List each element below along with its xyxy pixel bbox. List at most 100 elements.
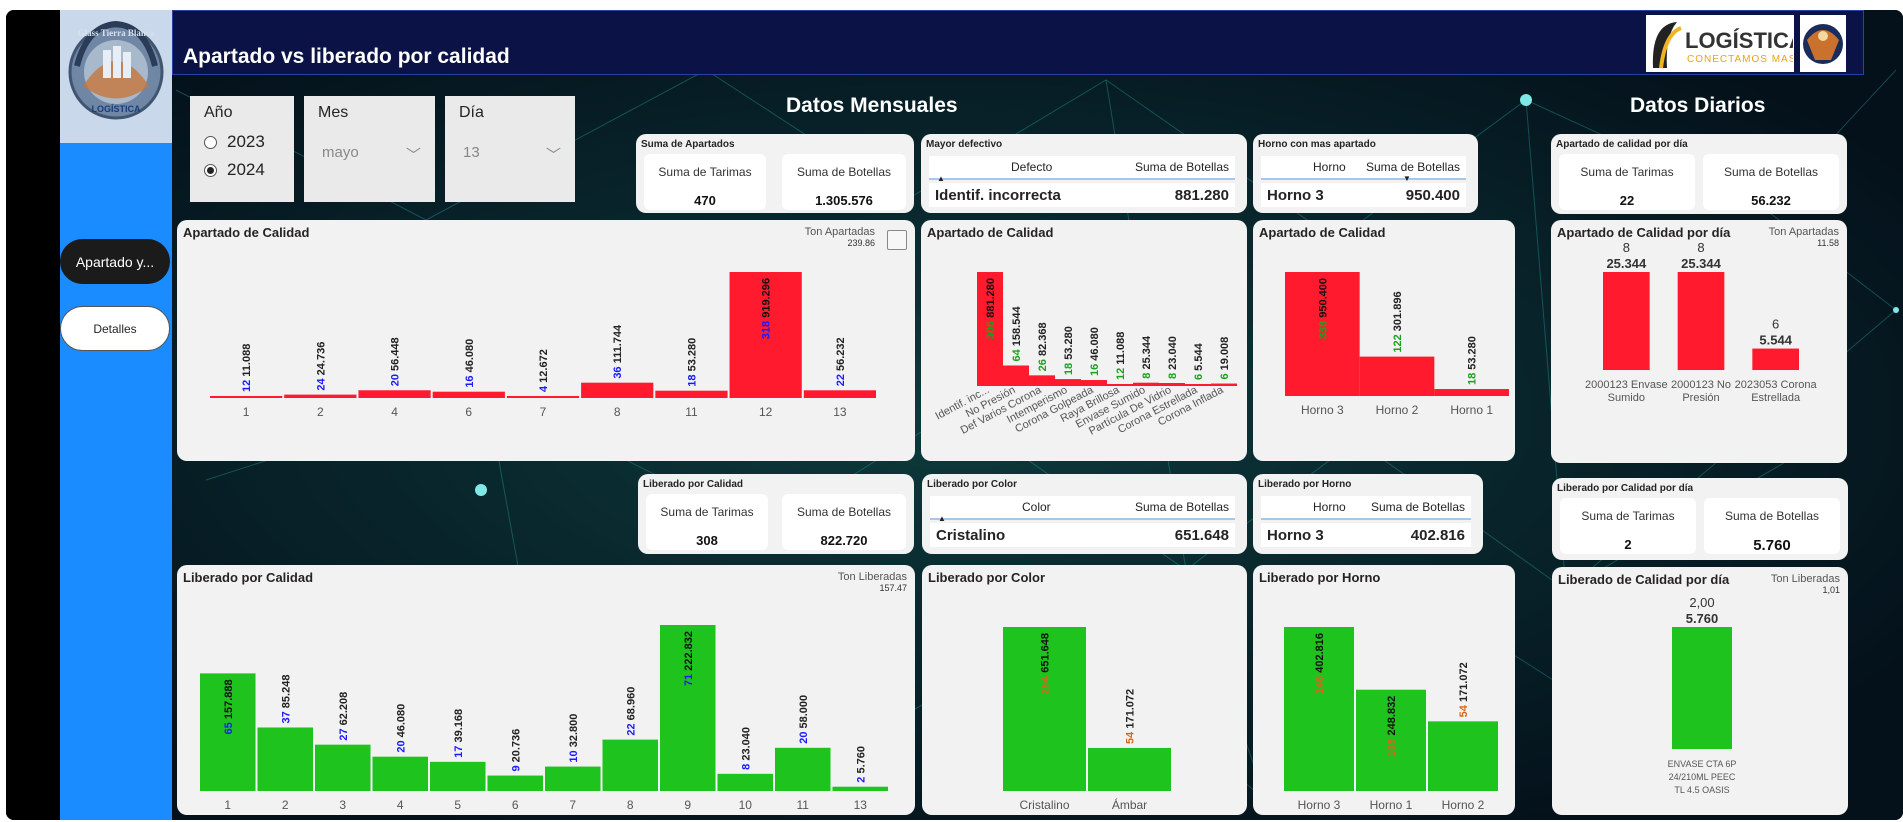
data-label-group: 12 11.088 bbox=[241, 344, 253, 392]
bar-chart-svg: 12 11.088124 24.736220 56.448416 46.0806… bbox=[210, 272, 876, 419]
card-title: Liberado por Calidad bbox=[643, 479, 744, 490]
table-header[interactable]: Color Suma de Botellas bbox=[930, 496, 1235, 520]
year-option-2023[interactable]: 2023 bbox=[204, 132, 280, 152]
chevron-down-icon: ﹀ bbox=[405, 147, 421, 164]
sort-asc-icon[interactable]: ▲ bbox=[937, 174, 945, 183]
card-title: Liberado por Color bbox=[927, 479, 1017, 490]
count-label: 10 bbox=[568, 747, 580, 762]
header-bar: Apartado vs liberado por calidad LOGÍSTI… bbox=[172, 10, 1864, 75]
table-row: Identif. incorrecta 881.280 bbox=[929, 183, 1235, 207]
value-label: 53.280 bbox=[1063, 326, 1075, 360]
data-label: 24 24.736 bbox=[315, 342, 327, 391]
chart-liberado-por-dia: Liberado de Calidad por día Ton Liberada… bbox=[1552, 567, 1848, 815]
count-label: 22 bbox=[835, 371, 847, 386]
count-label: 2 bbox=[855, 774, 867, 783]
data-label-group: 20 58.000 bbox=[798, 695, 810, 744]
value-label: 82.368 bbox=[1037, 322, 1049, 356]
value-label: 19.008 bbox=[1219, 337, 1231, 371]
kpi-tarimas: Suma de Tarimas 470 bbox=[644, 154, 766, 210]
data-label-group: 4 12.672 bbox=[538, 349, 550, 392]
data-label-group: 12 11.088 bbox=[1115, 332, 1127, 380]
data-label-group: 146 402.816 bbox=[1314, 633, 1326, 694]
month-value: mayo bbox=[322, 144, 359, 161]
month-dropdown[interactable]: mayo ﹀ bbox=[318, 144, 421, 165]
category-label: 13 bbox=[833, 405, 847, 419]
year-option-2024[interactable]: 2024 bbox=[204, 160, 280, 180]
column-header[interactable]: Suma de Botellas bbox=[1135, 160, 1229, 174]
sort-desc-icon[interactable]: ▼ bbox=[1403, 174, 1411, 183]
data-label: 12 11.088 bbox=[241, 344, 253, 392]
count-label: 122 bbox=[1392, 331, 1404, 352]
count-label: 17 bbox=[453, 743, 465, 758]
cell: 881.280 bbox=[1174, 186, 1229, 204]
chart-liberado-calidad-dias: Liberado por Calidad Ton Liberadas 157.47… bbox=[177, 565, 915, 815]
column-header[interactable]: Suma de Botellas bbox=[1366, 160, 1460, 174]
day-dropdown[interactable]: 13 ﹀ bbox=[459, 144, 561, 165]
table-header[interactable]: Horno Suma de Botellas bbox=[1261, 156, 1466, 180]
data-label: 16 46.080 bbox=[1089, 327, 1101, 376]
count-label: 8 bbox=[740, 761, 752, 770]
category-label: 13 bbox=[854, 798, 868, 812]
data-label: 18 53.280 bbox=[1063, 326, 1075, 375]
nav-detalles-button[interactable]: Detalles bbox=[60, 306, 170, 351]
table-header[interactable]: Horno Suma de Botellas bbox=[1261, 496, 1471, 520]
count-label: 9 bbox=[510, 762, 522, 771]
card-title: Suma de Apartados bbox=[641, 139, 735, 150]
logistica-logo: LOGÍSTICA CONECTAMOS MAS bbox=[1646, 15, 1794, 72]
count-label: 16 bbox=[464, 372, 476, 387]
data-label: 5.760 bbox=[1686, 611, 1719, 626]
value-label: 5.760 bbox=[855, 746, 867, 774]
dashboard-frame: Glass Tierra Blanca LOGÍSTICA Apartado y… bbox=[6, 10, 1903, 820]
day-label: Día bbox=[459, 104, 484, 121]
count-label: 64 bbox=[1011, 346, 1023, 361]
sort-asc-icon[interactable]: ▲ bbox=[938, 514, 946, 523]
data-label-group: 27 62.208 bbox=[338, 692, 350, 741]
bar-chart-svg: 65 157.888137 85.248227 62.208320 46.080… bbox=[200, 625, 888, 812]
column-header[interactable]: Suma de Botellas bbox=[1371, 500, 1465, 514]
value-label: 248.832 bbox=[1386, 696, 1398, 736]
count-label: 65 bbox=[223, 719, 235, 734]
category-label: Estrellada bbox=[1751, 392, 1801, 404]
column-header[interactable]: Color bbox=[1022, 500, 1051, 514]
bar bbox=[1752, 348, 1799, 370]
kpi-liberado-dia: Liberado por Calidad por día Suma de Tar… bbox=[1552, 478, 1848, 560]
count-label: 20 bbox=[798, 728, 810, 743]
column-header[interactable]: Defecto bbox=[1011, 160, 1052, 174]
data-label-group: 6 19.008 bbox=[1219, 337, 1231, 380]
data-label-group: 37 85.248 bbox=[280, 675, 292, 724]
value-label: 111.744 bbox=[612, 324, 624, 363]
count-label: 6 bbox=[1193, 371, 1205, 380]
category-label: 7 bbox=[540, 405, 547, 419]
column-header[interactable]: Horno bbox=[1313, 500, 1346, 514]
column-header[interactable]: Horno bbox=[1313, 160, 1346, 174]
bar bbox=[832, 786, 888, 791]
category-label: 2000123 No bbox=[1671, 379, 1731, 391]
category-label: Cristalino bbox=[1019, 798, 1069, 812]
count-label: 8 bbox=[1697, 240, 1704, 255]
year-slicer: Año 2023 2024 bbox=[190, 96, 294, 202]
data-label: 20 58.000 bbox=[798, 695, 810, 744]
kpi-liberado-calidad: Liberado por Calidad Suma de Tarimas 308 … bbox=[638, 474, 914, 554]
data-label: 10 32.800 bbox=[568, 714, 580, 763]
data-label-group: 24 24.736 bbox=[315, 342, 327, 391]
category-label: 2 bbox=[282, 798, 289, 812]
kpi-label: Suma de Tarimas bbox=[1580, 165, 1674, 179]
nav-apartado-button[interactable]: Apartado y... bbox=[60, 239, 170, 284]
column-header[interactable]: Suma de Botellas bbox=[1135, 500, 1229, 514]
svg-text:LOGÍSTICA: LOGÍSTICA bbox=[1685, 28, 1793, 53]
kpi-suma-apartados: Suma de Apartados Suma de Tarimas 470 Sum… bbox=[636, 134, 914, 213]
kpi-label: Suma de Tarimas bbox=[1581, 509, 1675, 523]
data-label: 25.344 bbox=[1681, 256, 1722, 271]
category-label: 10 bbox=[739, 798, 753, 812]
count-label: 16 bbox=[1089, 361, 1101, 376]
data-label-group: 254 651.648 bbox=[1040, 633, 1052, 694]
year-label: Año bbox=[204, 104, 233, 121]
data-label: 71 222.832 bbox=[683, 631, 695, 686]
nav-panel: Glass Tierra Blanca LOGÍSTICA Apartado y… bbox=[60, 10, 172, 820]
data-label: 18 53.280 bbox=[1467, 336, 1479, 385]
count-label: 6 bbox=[1772, 317, 1779, 332]
year-option-label: 2024 bbox=[227, 160, 265, 179]
table-header[interactable]: Defecto Suma de Botellas bbox=[929, 156, 1235, 180]
category-label: 12 bbox=[759, 405, 773, 419]
eagle-logo bbox=[1800, 15, 1846, 72]
